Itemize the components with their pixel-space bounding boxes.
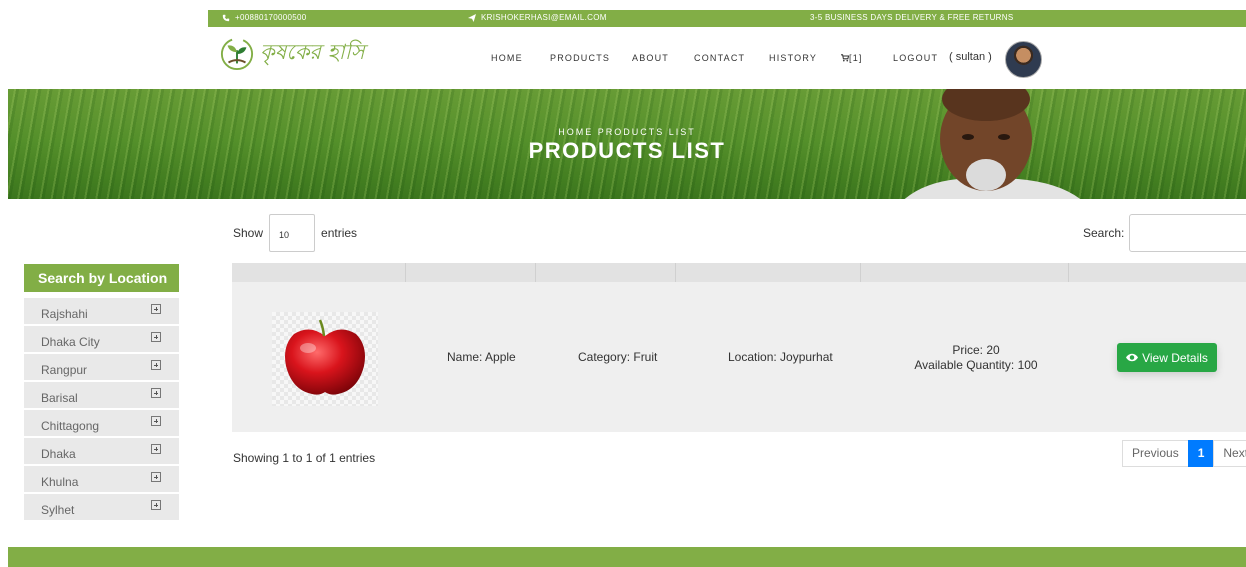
pagination-previous[interactable]: Previous <box>1122 440 1189 467</box>
product-quantity: Available Quantity: 100 <box>914 358 1038 372</box>
apple-image <box>285 319 365 395</box>
nav-contact[interactable]: CONTACT <box>694 53 745 63</box>
product-price: Price: 20 <box>952 343 1000 357</box>
breadcrumb: HOME PRODUCTS LIST <box>558 127 696 137</box>
table-row: Name: Apple Category: Fruit Location: Jo… <box>232 282 1246 432</box>
entries-length-select[interactable]: 10 <box>269 214 316 252</box>
expand-plus-icon[interactable] <box>151 332 161 342</box>
location-label: Rangpur <box>41 363 88 377</box>
location-item-rajshahi[interactable]: Rajshahi <box>24 298 179 324</box>
location-label: Chittagong <box>41 419 100 433</box>
location-label: Rajshahi <box>41 307 88 321</box>
product-price-quantity: Price: 20 Available Quantity: 100 <box>914 343 1038 373</box>
search-input[interactable] <box>1129 214 1246 252</box>
expand-plus-icon[interactable] <box>151 360 161 370</box>
location-label: Dhaka <box>41 447 76 461</box>
nav-products[interactable]: PRODUCTS <box>550 53 610 63</box>
table-header <box>232 263 1246 282</box>
location-item-dhaka[interactable]: Dhaka <box>24 438 179 464</box>
location-label: Sylhet <box>41 503 75 517</box>
phone-info: +00880170000500 <box>222 13 306 22</box>
eye-icon <box>1126 353 1139 362</box>
location-item-khulna[interactable]: Khulna <box>24 466 179 492</box>
brand-name: কৃষকের হাসি <box>260 40 365 64</box>
expand-plus-icon[interactable] <box>151 500 161 510</box>
page-title: PRODUCTS LIST <box>528 138 726 163</box>
product-image <box>272 312 378 406</box>
product-location: Location: Joypurhat <box>728 350 833 364</box>
location-filter-list: Rajshahi Dhaka City Rangpur Barisal Chit… <box>24 298 179 522</box>
hero-banner: HOME PRODUCTS LIST PRODUCTS LIST <box>8 89 1246 199</box>
location-item-barisal[interactable]: Barisal <box>24 382 179 408</box>
main-navbar: কৃষকের হাসি HOME PRODUCTS ABOUT CONTACT … <box>0 27 1246 89</box>
email-info: KRISHOKERHASI@EMAIL.COM <box>468 13 607 22</box>
nav-history[interactable]: HISTORY <box>769 53 817 63</box>
location-item-rangpur[interactable]: Rangpur <box>24 354 179 380</box>
cart-count: [1] <box>849 53 863 63</box>
pagination-next[interactable]: Next <box>1213 440 1246 467</box>
entries-label: entries <box>321 226 358 240</box>
location-label: Dhaka City <box>41 335 100 349</box>
phone-number: +00880170000500 <box>235 13 307 22</box>
location-label: Khulna <box>41 475 79 489</box>
table-search: Search: <box>1083 214 1246 252</box>
pagination: Previous 1 Next <box>1122 440 1246 467</box>
sprout-logo-icon <box>220 37 254 70</box>
show-label: Show <box>233 226 264 240</box>
top-info-bar: +00880170000500 KRISHOKERHASI@EMAIL.COM … <box>208 10 1246 27</box>
nav-about[interactable]: ABOUT <box>632 53 669 63</box>
view-details-button[interactable]: View Details <box>1117 343 1217 372</box>
nav-logout[interactable]: LOGOUT <box>893 53 938 63</box>
shipping-info: 3-5 BUSINESS DAYS DELIVERY & FREE RETURN… <box>810 13 1014 22</box>
nav-home[interactable]: HOME <box>491 53 523 63</box>
location-item-sylhet[interactable]: Sylhet <box>24 494 179 520</box>
table-info: Showing 1 to 1 of 1 entries <box>233 451 376 465</box>
cart-icon <box>841 54 850 62</box>
username-label: ( sultan ) <box>949 51 992 63</box>
location-label: Barisal <box>41 391 78 405</box>
brand-logo[interactable]: কৃষকের হাসি <box>220 36 365 71</box>
entries-length-control: Show 10 entries <box>233 214 357 252</box>
location-filter-title: Search by Location <box>24 264 179 292</box>
location-item-dhaka-city[interactable]: Dhaka City <box>24 326 179 352</box>
paper-plane-icon <box>468 13 476 22</box>
nav-cart[interactable]: [1] <box>841 53 861 63</box>
expand-plus-icon[interactable] <box>151 472 161 482</box>
expand-plus-icon[interactable] <box>151 388 161 398</box>
phone-icon <box>222 14 230 21</box>
expand-plus-icon[interactable] <box>151 444 161 454</box>
email-address: KRISHOKERHASI@EMAIL.COM <box>481 13 607 22</box>
product-name: Name: Apple <box>447 350 516 364</box>
user-avatar[interactable] <box>1005 41 1042 78</box>
location-item-chittagong[interactable]: Chittagong <box>24 410 179 436</box>
expand-plus-icon[interactable] <box>151 304 161 314</box>
expand-plus-icon[interactable] <box>151 416 161 426</box>
footer-bar <box>8 547 1246 567</box>
view-details-label: View Details <box>1142 350 1208 365</box>
search-label: Search: <box>1083 226 1125 240</box>
product-category: Category: Fruit <box>578 350 658 364</box>
pagination-page-current[interactable]: 1 <box>1187 440 1215 467</box>
